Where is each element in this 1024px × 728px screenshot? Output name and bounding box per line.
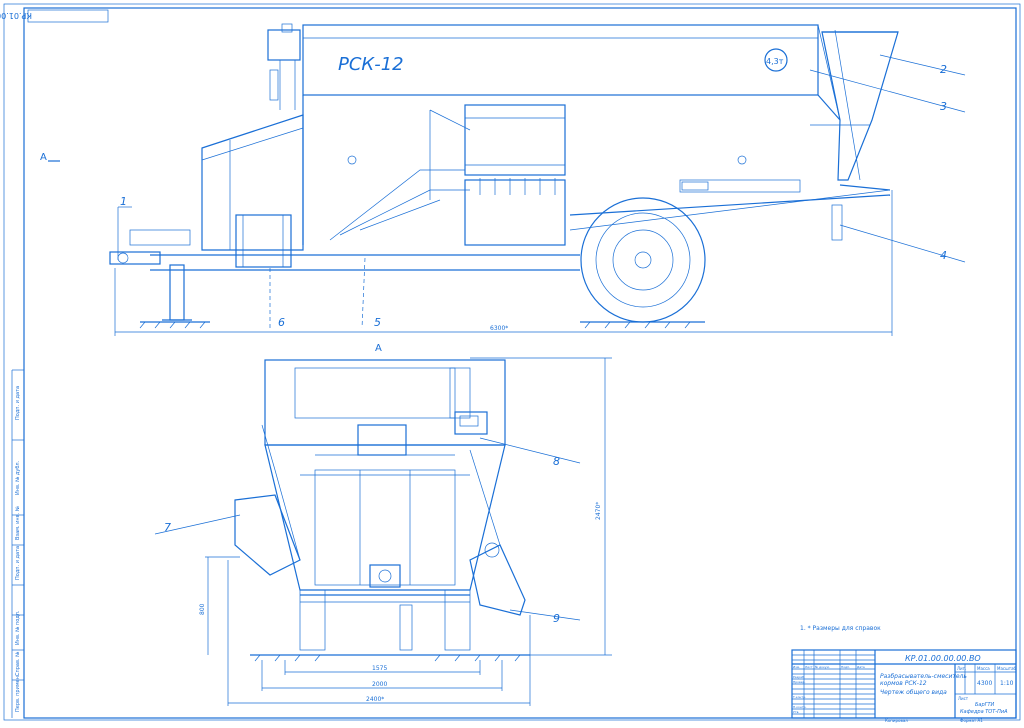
svg-text:Н.контр.: Н.контр. — [793, 705, 806, 709]
svg-text:Разбрасыватель-смеситель: Разбрасыватель-смеситель — [880, 673, 967, 680]
svg-text:2400*: 2400* — [366, 696, 384, 703]
copied-label: Копировал — [885, 718, 908, 723]
hopper-v — [264, 444, 506, 591]
front-box — [201, 114, 304, 251]
svg-text:Кафедра ТОТ-ПиА: Кафедра ТОТ-ПиА — [960, 709, 1008, 715]
svg-text:3: 3 — [940, 100, 947, 113]
svg-text:Подп. и дата: Подп. и дата — [15, 546, 21, 580]
svg-text:Разраб.: Разраб. — [793, 675, 805, 679]
engineering-drawing: КР.01.00.00.00.ВО Подп. и дата Инв. № ду… — [0, 3, 1021, 723]
svg-text:Дата: Дата — [857, 665, 865, 669]
svg-text:1:10: 1:10 — [1000, 680, 1014, 687]
jack-stand — [169, 264, 185, 321]
svg-text:Лист: Лист — [805, 665, 813, 669]
svg-text:7: 7 — [164, 521, 171, 534]
svg-text:1575: 1575 — [372, 665, 387, 672]
svg-text:Подп.: Подп. — [841, 665, 850, 669]
discharge-chute — [821, 31, 899, 181]
front-view: A 2470* 800 1575 2000 2400* 7 8 9 — [154, 343, 612, 706]
svg-text:№ докум.: № докум. — [815, 665, 830, 669]
svg-text:Масса: Масса — [977, 666, 990, 671]
svg-text:9: 9 — [553, 612, 560, 625]
title-block: КР.01.00.00.00.ВО Разбрасыватель-смесите… — [791, 649, 1017, 719]
svg-text:кормов РСК-12: кормов РСК-12 — [880, 680, 927, 687]
view-marker-left: A — [40, 152, 47, 163]
left-margin-columns: Подп. и дата Инв. № дубл. Взам. инв. № П… — [11, 369, 24, 718]
svg-text:2470*: 2470* — [595, 502, 602, 520]
svg-text:8: 8 — [553, 455, 560, 468]
svg-text:4300: 4300 — [977, 680, 992, 687]
callouts-front: 7 8 9 — [154, 437, 581, 625]
left-conveyor — [234, 494, 301, 576]
ground-hatch-front-view — [250, 654, 530, 662]
oil-tank — [267, 29, 301, 61]
svg-text:Подп. и дата: Подп. и дата — [15, 386, 21, 420]
svg-text:Инв. № дубл.: Инв. № дубл. — [15, 460, 21, 495]
svg-text:КР.01.00.00.00.ВО: КР.01.00.00.00.ВО — [0, 11, 32, 20]
svg-text:Перв. примен.: Перв. примен. — [15, 674, 21, 712]
callouts-side: 1 2 3 4 5 6 — [117, 54, 966, 329]
format-label: Формат А1 — [960, 718, 983, 723]
drawbar — [109, 251, 161, 265]
svg-text:Лист: Лист — [958, 696, 969, 701]
svg-text:1: 1 — [120, 195, 127, 208]
svg-text:Т.контр.: Т.контр. — [792, 695, 806, 699]
svg-text:Чертеж общего вида: Чертеж общего вида — [880, 689, 947, 696]
svg-text:Масштаб: Масштаб — [997, 666, 1017, 671]
svg-text:6300*: 6300* — [490, 325, 508, 332]
svg-text:5: 5 — [374, 316, 381, 329]
svg-text:Инв. № подл.: Инв. № подл. — [15, 610, 21, 645]
svg-text:Взам. инв. №: Взам. инв. № — [15, 505, 21, 540]
wheel-tire — [580, 197, 706, 323]
svg-text:Лит.: Лит. — [957, 666, 966, 671]
top-stamp: КР.01.00.00.00.ВО — [0, 9, 109, 23]
svg-text:Утв.: Утв. — [793, 710, 799, 714]
svg-text:Изм.: Изм. — [793, 665, 800, 669]
svg-text:4: 4 — [940, 249, 947, 262]
machine-label: РСК-12 — [338, 54, 404, 75]
ground-hatch-wheel — [580, 321, 705, 329]
side-view: РСК-12 4,3т 6300* A 1 2 3 4 5 6 — [40, 23, 966, 336]
top-assembly — [264, 359, 506, 446]
right-conveyor — [469, 544, 526, 616]
mixer-drum — [464, 104, 566, 176]
svg-text:2: 2 — [940, 63, 947, 76]
svg-text:4,3т: 4,3т — [766, 57, 784, 66]
svg-text:2000: 2000 — [372, 681, 387, 688]
drawing-note: 1. * Размеры для справок — [800, 625, 881, 632]
svg-text:800: 800 — [199, 603, 206, 615]
ground-hatch-front — [139, 321, 210, 329]
svg-text:БарГТИ: БарГТИ — [975, 702, 995, 708]
svg-text:Провер.: Провер. — [793, 680, 806, 684]
view-marker-title: A — [375, 343, 382, 354]
svg-text:Справ. №: Справ. № — [15, 651, 21, 676]
svg-text:КР.01.00.00.00.ВО: КР.01.00.00.00.ВО — [905, 654, 981, 663]
svg-text:6: 6 — [278, 316, 285, 329]
